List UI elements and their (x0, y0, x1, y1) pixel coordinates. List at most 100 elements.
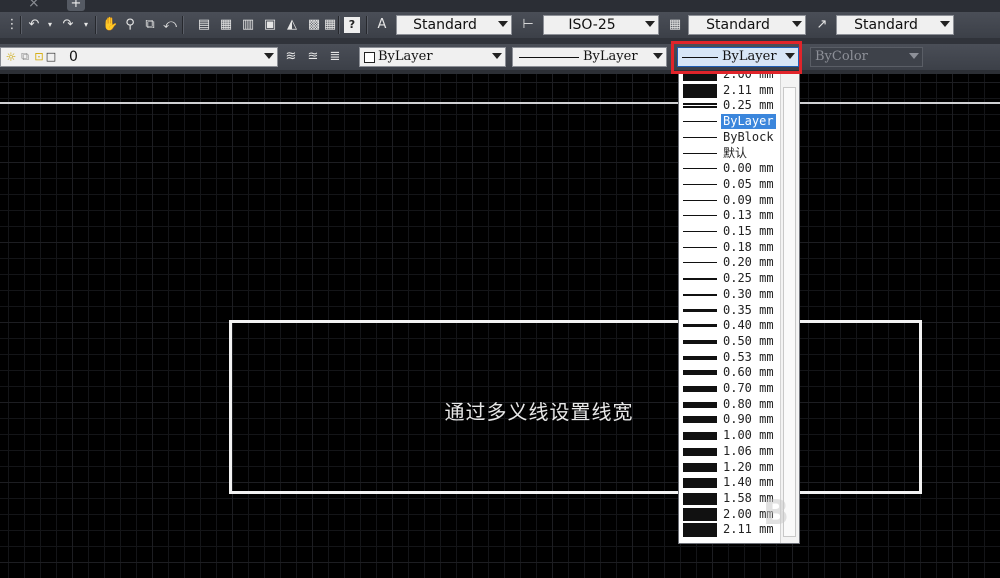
lineweight-option[interactable]: 0.25 mm (679, 271, 783, 286)
lineweight-sample (683, 121, 717, 122)
lineweight-sample (683, 103, 717, 105)
lineweight-sample (683, 356, 717, 360)
lineweight-option-label: 0.35 mm (723, 303, 774, 317)
redo-icon[interactable]: ↷ (60, 17, 76, 33)
lineweight-option[interactable]: 1.20 mm (679, 460, 783, 475)
lineweight-option[interactable]: 0.18 mm (679, 240, 783, 255)
lineweight-option[interactable]: 1.00 mm (679, 428, 783, 443)
table-style-select[interactable]: Standard (688, 15, 806, 35)
lineweight-option[interactable]: 0.15 mm (679, 224, 783, 239)
lineweight-sample (683, 200, 717, 201)
lineweight-dropdown-list[interactable]: 2.00 mm 2.11 mm 0.25 mm ByLayer ByBlock 默认 0.0… (678, 72, 800, 544)
scrollbar-thumb[interactable] (783, 87, 796, 537)
pan-icon[interactable]: ✋ (102, 17, 118, 33)
separator (20, 16, 22, 34)
color-select[interactable]: ByLayer (359, 47, 506, 67)
help-icon[interactable]: ? (344, 17, 360, 33)
lineweight-sample (683, 184, 717, 185)
lineweight-option[interactable]: 0.50 mm (679, 334, 783, 349)
lineweight-option[interactable]: 0.40 mm (679, 318, 783, 333)
zoom-window-icon[interactable]: ⧉ (142, 17, 158, 33)
lineweight-option-label: ByLayer (721, 114, 776, 129)
lineweight-option-label: 0.30 mm (723, 287, 774, 301)
lineweight-sample (683, 508, 717, 521)
close-tab-icon[interactable]: × (28, 0, 40, 11)
new-tab-icon[interactable]: + (67, 0, 85, 11)
lineweight-sample (683, 386, 717, 392)
lineweight-option[interactable]: 0.05 mm (679, 177, 783, 192)
lineweight-sample (683, 215, 717, 216)
multileader-style-select[interactable]: Standard (836, 15, 954, 35)
separator (366, 16, 368, 34)
chevron-down-icon (645, 21, 655, 27)
layer-previous-icon[interactable]: ≣ (327, 49, 343, 65)
lineweight-option-label: 0.13 mm (723, 208, 774, 222)
layer-manager-icon[interactable]: ≊ (305, 49, 321, 65)
table-style-icon: ▦ (668, 17, 682, 32)
lineweight-sample (683, 432, 717, 440)
redo-dropdown-icon[interactable]: ▾ (78, 17, 94, 33)
make-current-layer-icon[interactable]: ≋ (283, 49, 299, 65)
lineweight-option-label: 0.70 mm (723, 381, 774, 395)
markup-icon[interactable]: ◭ (284, 17, 300, 33)
lineweight-sample (683, 309, 717, 312)
linetype-value: ByLayer (583, 49, 638, 64)
sheet-set-icon[interactable]: ▣ (262, 17, 278, 33)
lineweight-option[interactable]: ByLayer (679, 114, 783, 129)
text-style-icon: A (377, 17, 387, 32)
lineweight-option[interactable]: 0.90 mm (679, 412, 783, 427)
plotstyle-select: ByColor (810, 47, 923, 67)
lineweight-option[interactable]: 0.25 mm (679, 98, 783, 113)
layer-select[interactable]: ☼ ⧉ ⊡ □ 0 (0, 47, 278, 67)
dim-style-value: ISO-25 (568, 17, 616, 33)
dbconnect-icon[interactable]: ▩ (306, 17, 322, 33)
lineweight-option-label: 1.20 mm (723, 460, 774, 474)
lineweight-option[interactable]: 2.11 mm (679, 83, 783, 98)
lineweight-sample (683, 294, 717, 296)
lineweight-option[interactable]: 0.35 mm (679, 303, 783, 318)
linetype-select[interactable]: ByLayer (512, 47, 667, 67)
zoom-previous-icon[interactable]: ⤺ (162, 17, 178, 33)
dim-style-select[interactable]: ISO-25 (543, 15, 659, 35)
lineweight-option-label: 0.25 mm (723, 98, 774, 112)
lineweight-sample (683, 137, 717, 138)
lineweight-option-label: ByBlock (723, 130, 774, 144)
color-swatch (364, 52, 375, 63)
undo-dropdown-icon[interactable]: ▾ (42, 17, 58, 33)
lineweight-option[interactable]: 0.53 mm (679, 350, 783, 365)
lineweight-option[interactable]: 0.09 mm (679, 193, 783, 208)
chevron-down-icon (909, 53, 919, 59)
lineweight-sample (683, 416, 717, 423)
lineweight-option[interactable]: 0.80 mm (679, 397, 783, 412)
lineweight-sample (683, 247, 717, 248)
lineweight-sample (683, 478, 717, 488)
lineweight-sample (683, 448, 717, 456)
lineweight-option[interactable]: 0.70 mm (679, 381, 783, 396)
lineweight-option[interactable]: 1.06 mm (679, 444, 783, 459)
drawn-horizontal-line[interactable] (0, 102, 1000, 104)
tool-palettes-icon[interactable]: ▥ (240, 17, 256, 33)
properties-icon[interactable]: ▤ (196, 17, 212, 33)
lineweight-option-label: 0.80 mm (723, 397, 774, 411)
lineweight-option[interactable]: 1.40 mm (679, 475, 783, 490)
calculator-icon[interactable]: ▦ (322, 17, 338, 33)
lineweight-option[interactable]: 0.60 mm (679, 365, 783, 380)
chevron-down-icon (492, 53, 502, 59)
lineweight-option-label: 0.25 mm (723, 271, 774, 285)
lineweight-option[interactable]: 0.13 mm (679, 208, 783, 223)
lineweight-option[interactable]: ByBlock (679, 130, 783, 145)
zoom-realtime-icon[interactable]: ⚲ (122, 17, 138, 33)
design-center-icon[interactable]: ▦ (218, 17, 234, 33)
lineweight-option-label: 0.05 mm (723, 177, 774, 191)
lineweight-sample (683, 370, 717, 375)
lineweight-sample (683, 402, 717, 408)
lineweight-option[interactable]: 0.00 mm (679, 161, 783, 176)
text-style-select[interactable]: Standard (396, 15, 512, 35)
lineweight-option[interactable]: 0.30 mm (679, 287, 783, 302)
lineweight-option[interactable]: 默认 (679, 146, 783, 161)
color-value: ByLayer (378, 49, 433, 64)
separator (338, 16, 340, 34)
lineweight-option[interactable]: 0.20 mm (679, 255, 783, 270)
chevron-down-icon (940, 21, 950, 27)
undo-icon[interactable]: ↶ (26, 17, 42, 33)
